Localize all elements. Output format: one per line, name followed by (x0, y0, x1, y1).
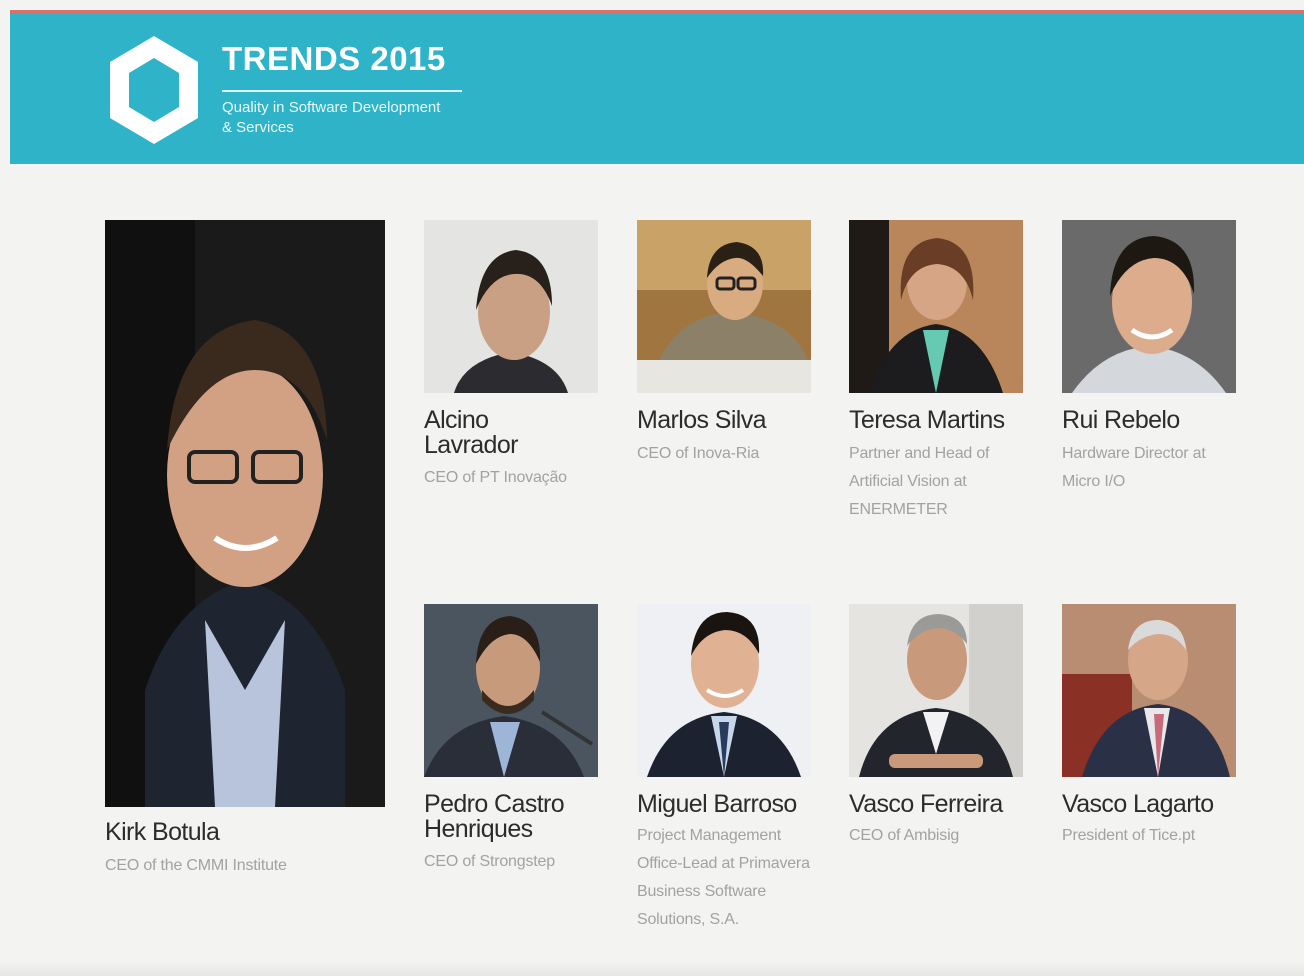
speaker-name[interactable]: Teresa Martins (849, 408, 1023, 433)
speaker-card[interactable]: Marlos Silva CEO of Inova-Ria (637, 220, 811, 520)
speaker-name[interactable]: Vasco Ferreira (849, 792, 1023, 817)
speaker-name[interactable]: Vasco Lagarto (1062, 792, 1236, 817)
site-header: TRENDS 2015 Quality in Software Developm… (10, 14, 1304, 164)
speaker-role: CEO of Inova-Ria (637, 445, 760, 462)
speaker-photo (849, 604, 1023, 777)
speaker-role: Partner and Head of Artificial Vision at… (849, 445, 990, 518)
speaker-role: CEO of Strongstep (424, 853, 555, 870)
speaker-role: Hardware Director at Micro I/O (1062, 445, 1206, 490)
speaker-photo (105, 220, 385, 807)
speaker-card[interactable]: Vasco Ferreira CEO of Ambisig (849, 604, 1023, 904)
speaker-name[interactable]: Pedro Castro Henriques (424, 792, 594, 842)
hexagon-icon[interactable] (104, 32, 204, 148)
speaker-role: Project Management Office-Lead at Primav… (637, 827, 810, 928)
speaker-photo (637, 220, 811, 393)
speaker-role: President of Tice.pt (1062, 827, 1195, 844)
speaker-role: CEO of PT Inovação (424, 469, 567, 486)
speaker-name[interactable]: Alcino Lavrador (424, 408, 574, 458)
speaker-name[interactable]: Kirk Botula (105, 820, 385, 845)
site-title: TRENDS 2015 (222, 40, 446, 77)
speaker-photo (1062, 604, 1236, 777)
speaker-card[interactable]: Pedro Castro Henriques CEO of Strongstep (424, 604, 598, 904)
speaker-card[interactable]: Alcino Lavrador CEO of PT Inovação (424, 220, 598, 520)
speaker-role: CEO of the CMMI Institute (105, 857, 287, 874)
speaker-card[interactable]: Teresa Martins Partner and Head of Artif… (849, 220, 1023, 540)
speaker-photo (637, 604, 811, 777)
speaker-card[interactable]: Vasco Lagarto President of Tice.pt (1062, 604, 1236, 904)
speaker-name[interactable]: Rui Rebelo (1062, 408, 1236, 433)
speaker-photo (424, 220, 598, 393)
title-divider (222, 90, 462, 92)
site-subtitle: Quality in Software Development & Servic… (222, 99, 441, 136)
speaker-role: CEO of Ambisig (849, 827, 960, 844)
speaker-name[interactable]: Miguel Barroso (637, 792, 811, 817)
speaker-card[interactable]: Kirk Botula CEO of the CMMI Institute (105, 220, 385, 880)
bottom-fade (0, 962, 1304, 976)
speaker-photo (1062, 220, 1236, 393)
speaker-card[interactable]: Miguel Barroso Project Management Office… (637, 604, 811, 964)
speaker-photo (849, 220, 1023, 393)
speaker-name[interactable]: Marlos Silva (637, 408, 811, 433)
speaker-card[interactable]: Rui Rebelo Hardware Director at Micro I/… (1062, 220, 1236, 520)
speaker-photo (424, 604, 598, 777)
